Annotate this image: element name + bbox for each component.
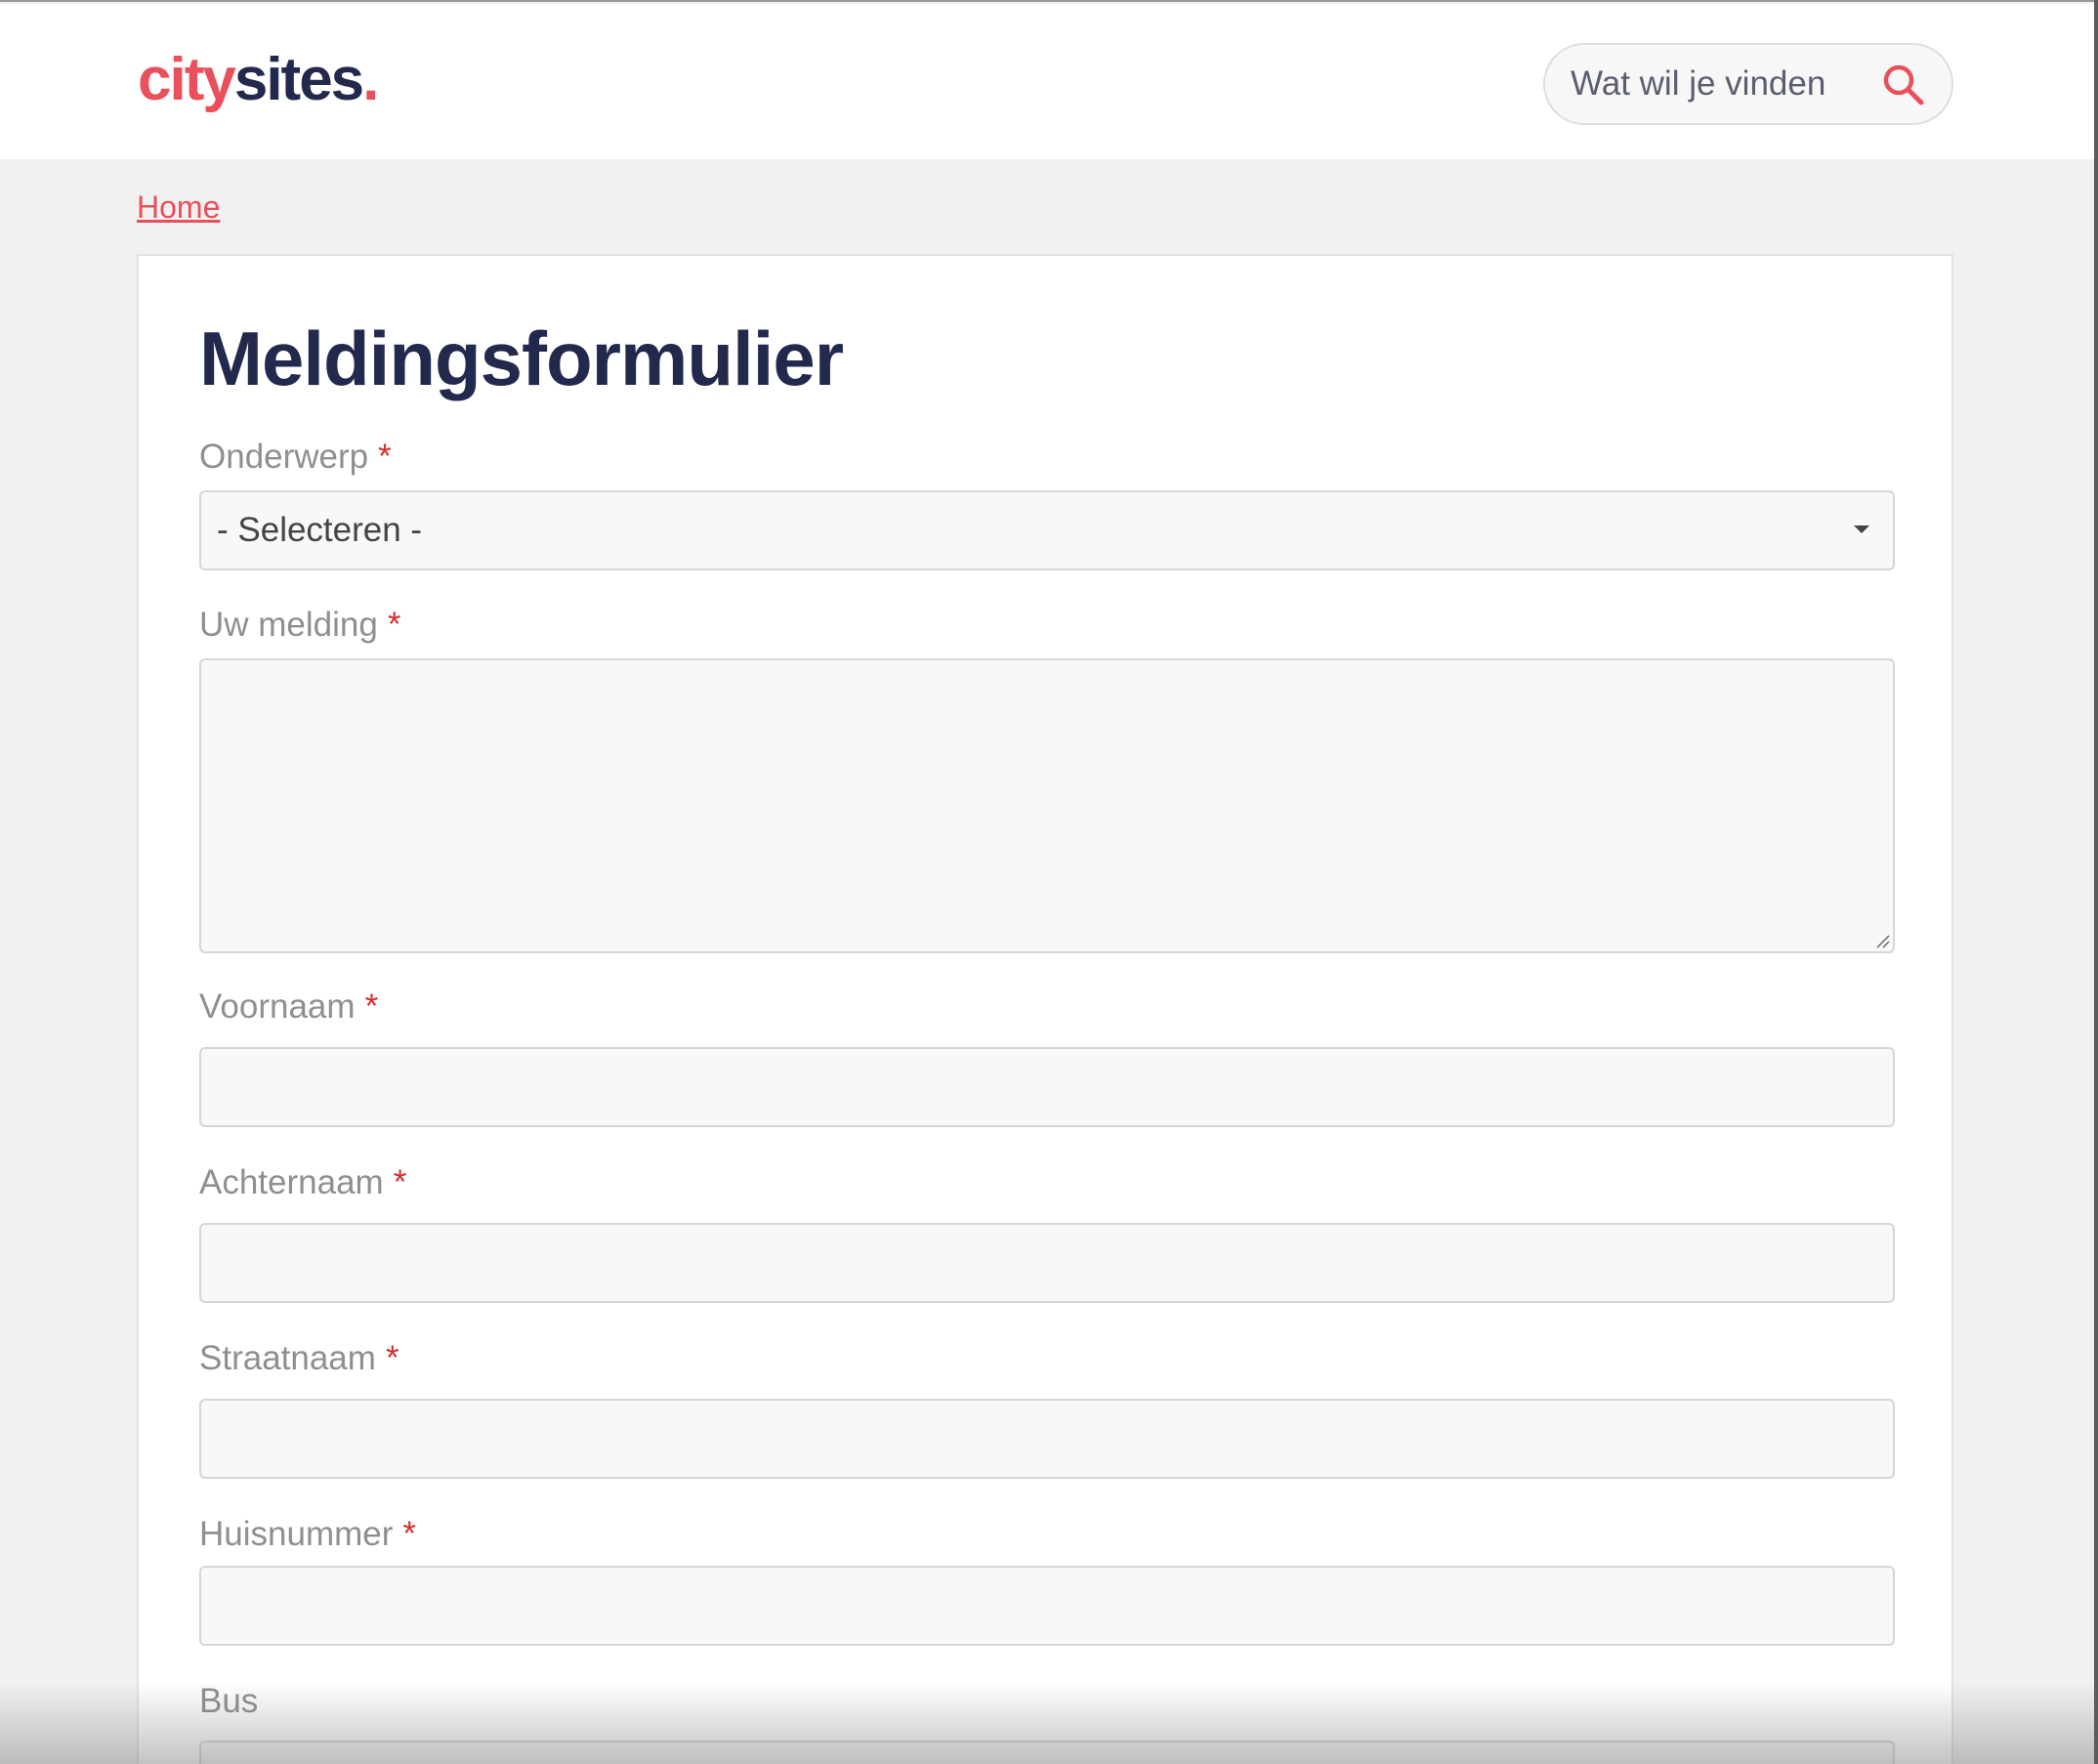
straatnaam-input[interactable] [199, 1399, 1895, 1479]
achternaam-input[interactable] [199, 1223, 1895, 1303]
required-marker: * [402, 1515, 417, 1553]
melding-textarea[interactable] [199, 658, 1895, 953]
search-box [1543, 43, 1953, 125]
onderwerp-select[interactable]: - Selecteren - [199, 490, 1895, 570]
resize-handle-icon[interactable] [1873, 932, 1891, 949]
melding-label-text: Uw melding [199, 606, 378, 644]
breadcrumb-home-link[interactable]: Home [137, 189, 220, 226]
required-marker: * [385, 1339, 399, 1377]
search-input[interactable] [1571, 55, 1873, 113]
chevron-down-icon [1854, 525, 1869, 533]
achternaam-label-text: Achternaam [199, 1163, 384, 1201]
required-marker: * [364, 987, 379, 1026]
voornaam-input[interactable] [199, 1047, 1895, 1127]
straatnaam-label-text: Straatnaam [199, 1339, 376, 1377]
required-marker: * [393, 1163, 407, 1201]
page-title: Meldingsformulier [199, 315, 844, 401]
required-marker: * [378, 438, 392, 476]
required-marker: * [387, 606, 401, 644]
straatnaam-label: Straatnaam * [199, 1339, 399, 1378]
bus-label-text: Bus [199, 1682, 259, 1720]
site-header: citysites. [0, 4, 2094, 159]
huisnummer-input[interactable] [199, 1566, 1895, 1646]
huisnummer-label: Huisnummer * [199, 1515, 416, 1554]
form-card: Meldingsformulier Onderwerp * - Selectere… [137, 254, 1953, 1764]
onderwerp-label-text: Onderwerp [199, 438, 369, 476]
browser-viewport: citysites. Home Meldingsformulier Onderw… [0, 0, 2094, 1764]
logo-dot: . [362, 46, 379, 113]
citysites-logo[interactable]: citysites. [138, 41, 379, 119]
bus-label: Bus [199, 1682, 258, 1721]
voornaam-label: Voornaam * [199, 987, 378, 1027]
search-icon[interactable] [1881, 63, 1926, 107]
bus-input[interactable] [199, 1741, 1895, 1764]
window-edge [2094, 0, 2098, 1764]
onderwerp-label: Onderwerp * [199, 438, 392, 477]
logo-part-sites: sites [233, 46, 364, 113]
logo-part-city: city [138, 46, 236, 113]
onderwerp-selected-value: - Selecteren - [217, 511, 423, 549]
melding-label: Uw melding * [199, 606, 400, 645]
voornaam-label-text: Voornaam [199, 987, 356, 1026]
huisnummer-label-text: Huisnummer [199, 1515, 394, 1553]
achternaam-label: Achternaam * [199, 1163, 406, 1202]
